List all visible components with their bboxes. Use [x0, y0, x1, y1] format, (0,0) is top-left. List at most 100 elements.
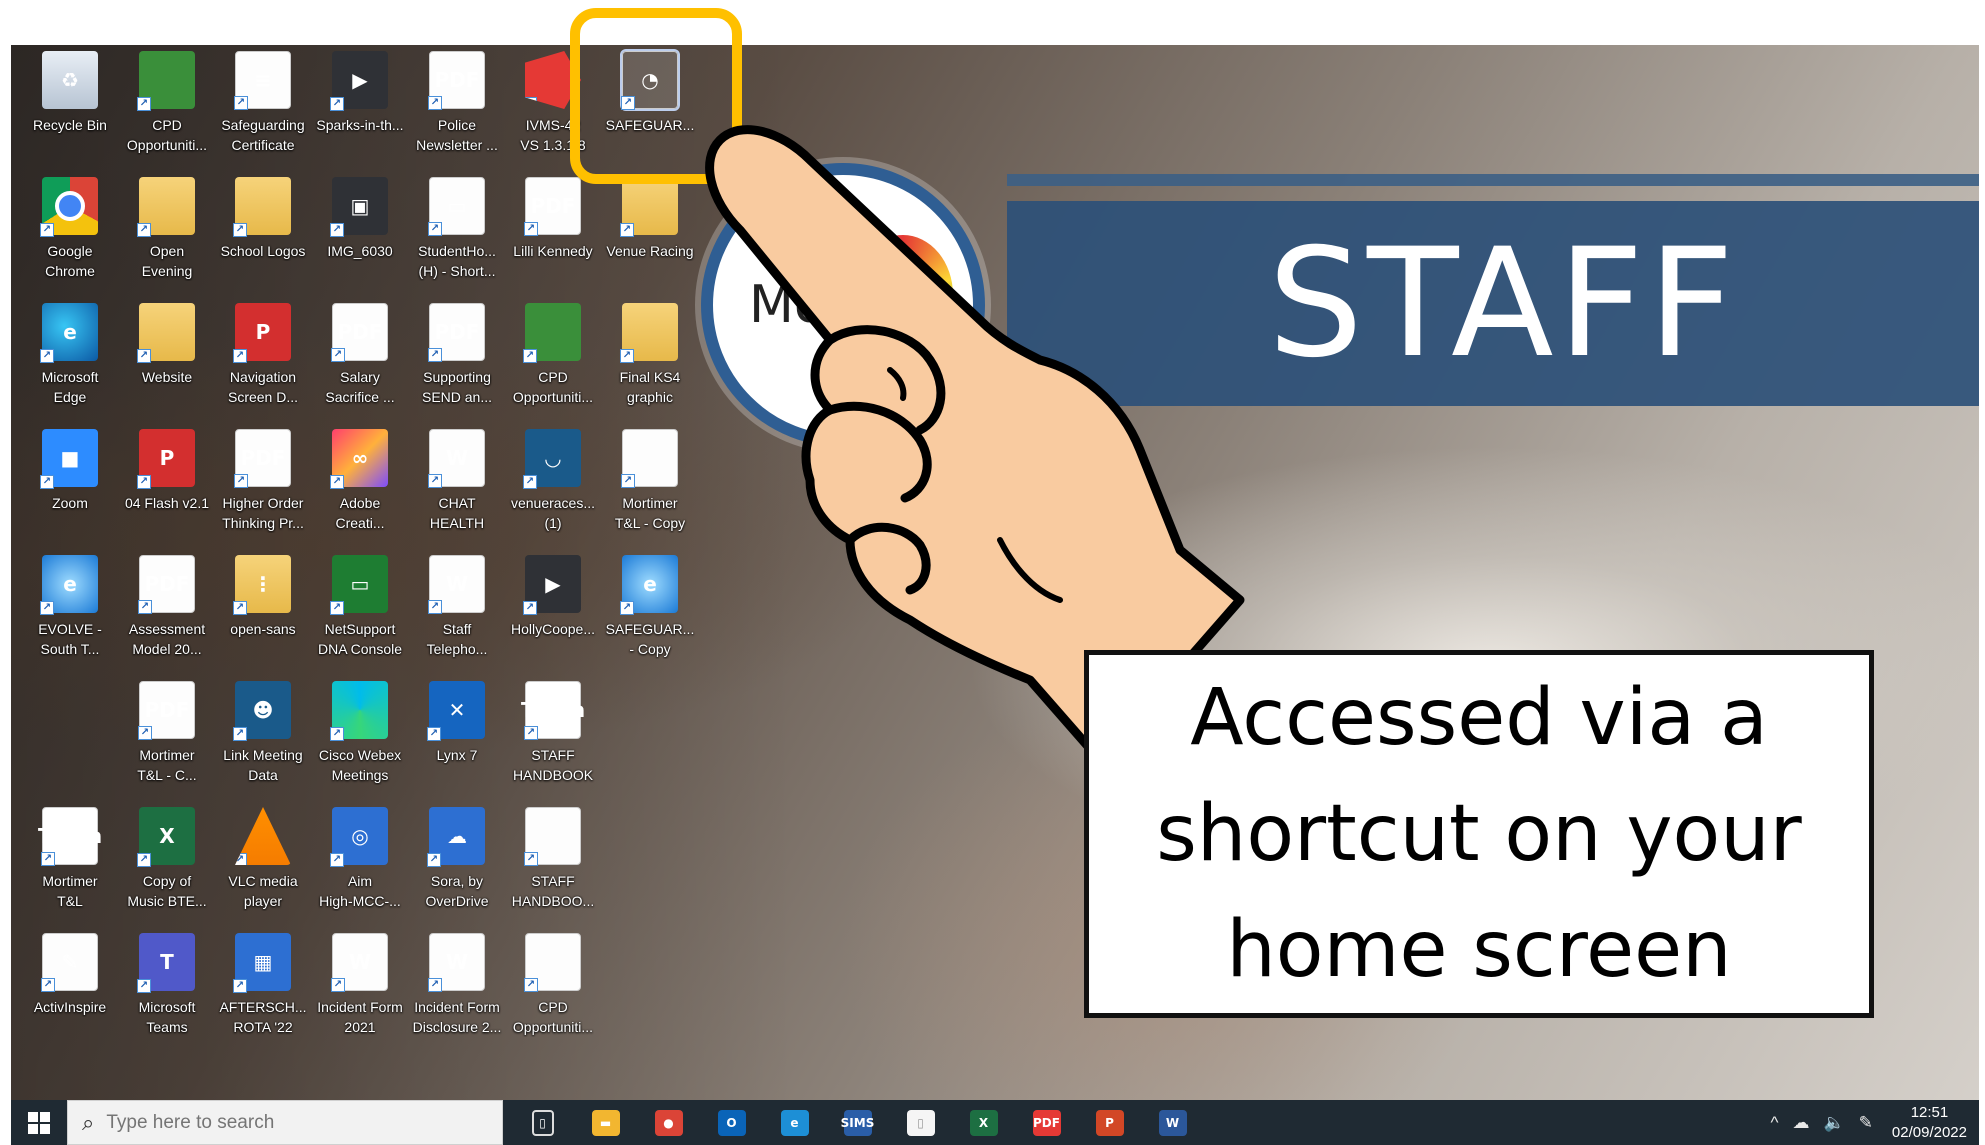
desktop-icon-label: HollyCoope...	[510, 621, 596, 637]
onedrive-icon[interactable]: ☁	[1793, 1113, 1810, 1133]
desktop-icon[interactable]: ▭ ↗ NetSupport DNA Console	[312, 549, 408, 673]
desktop-icon[interactable]: ↗ CPD Opportuniti...	[505, 927, 601, 1051]
taskbar-excel-button[interactable]: X	[952, 1100, 1015, 1145]
teach-handbook-icon: Teach ↗	[521, 681, 585, 740]
desktop-icon[interactable]: ▭ ↗ StudentHo... (H) - Short...	[409, 171, 505, 295]
desktop-icon[interactable]: ◡ ↗ venueraces... (1)	[505, 423, 601, 547]
desktop-icon-label: 04 Flash v2.1	[124, 495, 210, 511]
desktop-icon[interactable]: W ↗ CHAT HEALTH	[409, 423, 505, 547]
desktop-icon[interactable]: PDF ↗ Lilli Kennedy	[505, 171, 601, 295]
taskbar-outlook-button[interactable]: O	[700, 1100, 763, 1145]
taskbar-task-view-button[interactable]: ▯	[511, 1100, 574, 1145]
desktop-icon[interactable]: Teach ↗ STAFF HANDBOOK	[505, 675, 601, 799]
desktop-icon[interactable]: ↗ VLC media player	[215, 801, 311, 925]
desktop-icon[interactable]: ↗ Venue Racing	[602, 171, 698, 295]
desktop-icon[interactable]: e ↗ SAFEGUAR... - Copy	[602, 549, 698, 673]
desktop-icon-label: Mortimer T&L - Copy	[614, 495, 686, 531]
excel-icon: X	[969, 1109, 998, 1136]
shortcut-arrow-icon: ↗	[330, 475, 344, 489]
tray-chevron-icon[interactable]: ^	[1771, 1113, 1779, 1133]
shortcut-arrow-icon: ↗	[428, 474, 442, 488]
instruction-callout: Accessed via a shortcut on your home scr…	[1084, 650, 1874, 1018]
desktop-icon[interactable]: ▦ ↗ AFTERSCH... ROTA '22	[215, 927, 311, 1051]
desktop-icon[interactable]: PDF ↗ Assessment Model 20...	[119, 549, 215, 673]
desktop-icon[interactable]: P ↗ 04 Flash v2.1	[119, 423, 215, 547]
desktop-icon[interactable]: ↗ STAFF HANDBOO...	[505, 801, 601, 925]
desktop-icon-label: Lilli Kennedy	[513, 243, 593, 259]
desktop-icon[interactable]: ✎ ↗ ActivInspire	[22, 927, 118, 1051]
desktop-icon[interactable]: ♻ Recycle Bin	[22, 45, 118, 169]
desktop-icon[interactable]: X ↗ Copy of Music BTE...	[119, 801, 215, 925]
clock-time: 12:51	[1910, 1103, 1949, 1121]
taskbar-word-button[interactable]: W	[1141, 1100, 1204, 1145]
desktop-icon[interactable]: PDF ↗ Higher Order Thinking Pr...	[215, 423, 311, 547]
desktop-icon[interactable]: ✕ ↗ Lynx 7	[409, 675, 505, 799]
desktop-icon[interactable]: W ↗ Incident Form Disclosure 2...	[409, 927, 505, 1051]
taskbar-sims-button[interactable]: SIMS	[826, 1100, 889, 1145]
video-file-icon: ▶ ↗	[330, 51, 388, 111]
start-button[interactable]	[11, 1100, 67, 1145]
desktop-icon[interactable]: ▶ ↗ HollyCoope...	[505, 549, 601, 673]
taskbar-chrome-button[interactable]: ●	[637, 1100, 700, 1145]
desktop-icon[interactable]: ☻ ↗ Link Meeting Data	[215, 675, 311, 799]
volume-icon[interactable]: 🔈	[1824, 1113, 1845, 1133]
pdf-document-icon: PDF ↗	[138, 555, 195, 614]
desktop-icon[interactable]: Teach ↗ Mortimer T&L	[22, 801, 118, 925]
desktop-icon[interactable]: PDF ↗ Salary Sacrifice ...	[312, 297, 408, 421]
shortcut-arrow-icon: ↗	[428, 96, 442, 110]
desktop-icon-label: venueraces... (1)	[510, 495, 596, 531]
system-tray: ^ ☁ 🔈 ✎ 12:51 02/09/2022	[1764, 1100, 1979, 1145]
shortcut-arrow-icon: ↗	[138, 726, 152, 740]
taskbar-powerpoint-button[interactable]: P	[1078, 1100, 1141, 1145]
taskbar-pdf-reader-button[interactable]: PDF	[1015, 1100, 1078, 1145]
taskbar-file-explorer-button[interactable]: ▬	[574, 1100, 637, 1145]
desktop-icon[interactable]: ↗ Final KS4 graphic	[602, 297, 698, 421]
shortcut-arrow-icon: ↗	[428, 600, 442, 614]
desktop-icon[interactable]: PDF ↗ Supporting SEND an...	[409, 297, 505, 421]
taskbar-edge-button[interactable]: e	[763, 1100, 826, 1145]
taskbar-file-button[interactable]: ▯	[889, 1100, 952, 1145]
desktop-icon[interactable]: W ↗ Incident Form 2021	[312, 927, 408, 1051]
desktop-icon[interactable]: PDF ↗ Mortimer T&L - C...	[119, 675, 215, 799]
desktop-icon[interactable]: ■ ↗ Zoom	[22, 423, 118, 547]
desktop-icon[interactable]: ↗ Open Evening	[119, 171, 215, 295]
desktop-icon-label: open-sans	[230, 621, 296, 637]
shortcut-arrow-icon: ↗	[137, 349, 151, 363]
desktop-icon[interactable]: ↗ Google Chrome	[22, 171, 118, 295]
desktop-icon[interactable]: ∞ ↗ Adobe Creati...	[312, 423, 408, 547]
desktop-icon[interactable]: W ↗ Staff Telepho...	[409, 549, 505, 673]
pen-icon[interactable]: ✎	[1859, 1113, 1873, 1133]
desktop-icon[interactable]: e ↗ EVOLVE - South T...	[22, 549, 118, 673]
file-icon: ▯	[906, 1109, 935, 1136]
search-input[interactable]	[106, 1111, 467, 1134]
desktop-icon[interactable]: ◎ ↗ Aim High-MCC-...	[312, 801, 408, 925]
pdf-reader-icon: PDF	[1032, 1109, 1061, 1136]
desktop-icon[interactable]: ☁ ↗ Sora, by OverDrive	[409, 801, 505, 925]
desktop-icon-label: Police Newsletter ...	[416, 117, 498, 153]
desktop-icon[interactable]: ⋮ ↗ open-sans	[215, 549, 311, 673]
search-box[interactable]: ⌕	[67, 1100, 503, 1145]
search-icon: ⌕	[82, 1109, 95, 1135]
person-pen-icon: ↗	[137, 51, 195, 111]
desktop-icon[interactable]: T ↗ Microsoft Teams	[119, 927, 215, 1051]
desktop-icon[interactable]: ↗ Mortimer T&L - Copy	[602, 423, 698, 547]
desktop-icon[interactable]: ↗ School Logos	[215, 171, 311, 295]
desktop-icon-label: Safeguarding Certificate	[221, 117, 305, 153]
shortcut-arrow-icon: ↗	[525, 97, 537, 109]
shortcut-arrow-icon: ↗	[621, 474, 635, 488]
desktop-icon[interactable]: ≡ ↗ Safeguarding Certificate	[215, 45, 311, 169]
desktop-icon[interactable]: ▶ ↗ Sparks-in-th...	[312, 45, 408, 169]
people-icon: ☻ ↗	[233, 681, 291, 741]
desktop-icon[interactable]: P ↗ Navigation Screen D...	[215, 297, 311, 421]
desktop-icon[interactable]: ↗ CPD Opportuniti...	[119, 45, 215, 169]
shortcut-arrow-icon: ↗	[40, 223, 54, 237]
desktop-icon[interactable]: ↗ CPD Opportuniti...	[505, 297, 601, 421]
desktop-icon[interactable]: e ↗ Microsoft Edge	[22, 297, 118, 421]
desktop-icon-label: CHAT HEALTH	[429, 495, 485, 531]
internet-explorer-icon: e ↗	[620, 555, 678, 615]
desktop-icon[interactable]: ↗ Website	[119, 297, 215, 421]
desktop-icon[interactable]: PDF ↗ Police Newsletter ...	[409, 45, 505, 169]
clock[interactable]: 12:51 02/09/2022	[1892, 1103, 1967, 1143]
desktop-icon[interactable]: ↗ Cisco Webex Meetings	[312, 675, 408, 799]
desktop-icon[interactable]: ▣ ↗ IMG_6030	[312, 171, 408, 295]
